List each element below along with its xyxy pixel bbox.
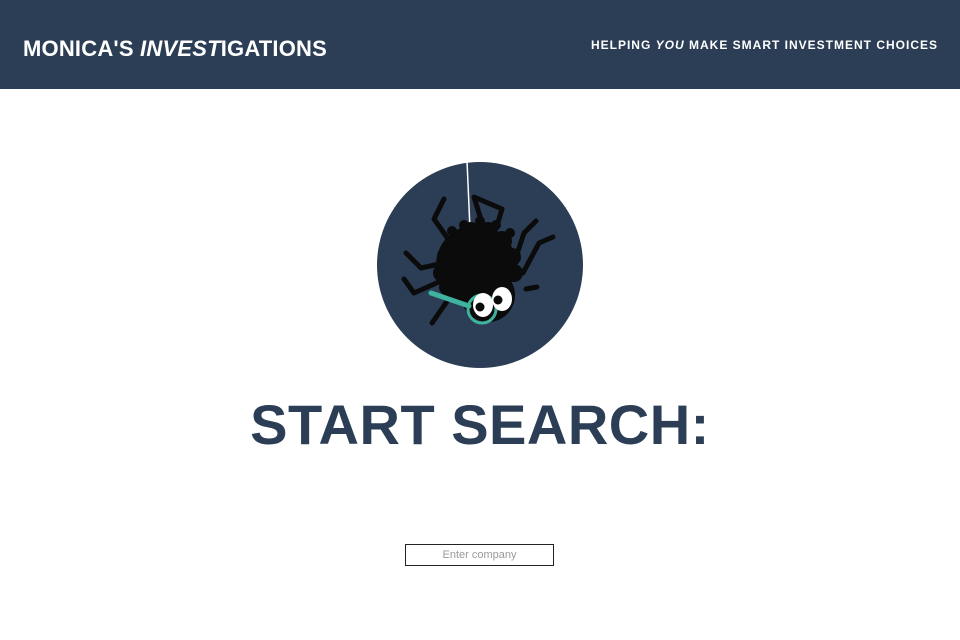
site-title-part2: IGATIONS	[220, 36, 328, 61]
site-title-part1: MONICA'S	[23, 36, 141, 61]
tagline-emphasis: YOU	[655, 38, 685, 52]
start-search-heading: START SEARCH:	[250, 393, 710, 456]
tagline-part2: MAKE SMART INVESTMENT CHOICES	[684, 38, 938, 52]
tagline-part1: HELPING	[590, 38, 656, 52]
site-tagline: HELPING YOU MAKE SMART INVESTMENT CHOICE…	[591, 38, 938, 52]
site-title[interactable]: MONICA'S INVESTIGATIONS	[23, 36, 327, 62]
company-search-input[interactable]	[405, 544, 554, 566]
header-bar: MONICA'S INVESTIGATIONS HELPING YOU MAKE…	[0, 0, 960, 89]
spider-with-magnifying-glass-icon	[376, 160, 584, 369]
site-title-emphasis: INVEST	[140, 36, 221, 61]
